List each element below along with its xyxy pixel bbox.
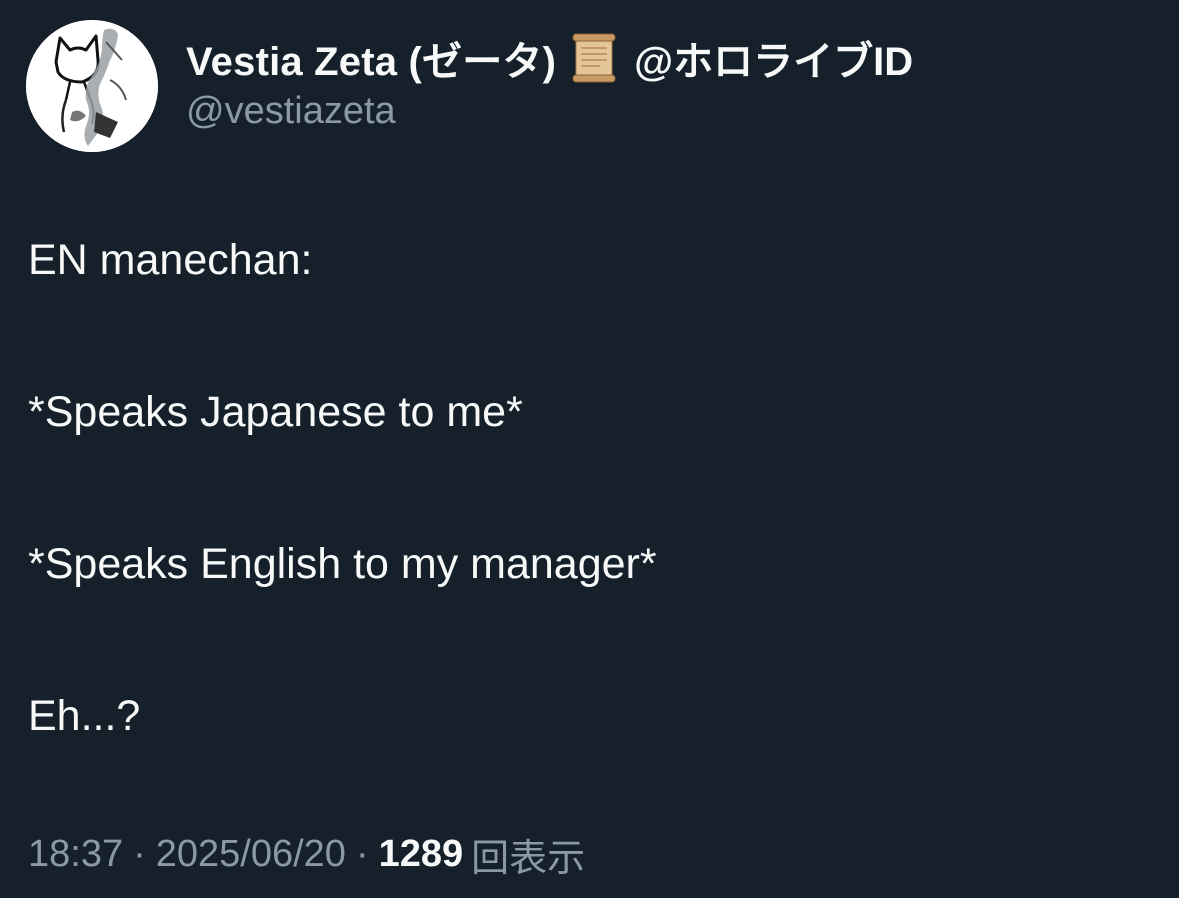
scroll-emoji-icon: [570, 32, 618, 84]
tweet-date[interactable]: 2025/06/20: [156, 833, 346, 876]
tweet-line: *Speaks English to my manager*: [28, 540, 657, 588]
tweet-meta: 18:37 · 2025/06/20 · 1289 回表示: [28, 828, 585, 880]
name-row: Vestia Zeta (ゼータ) @ホロライブID: [186, 32, 913, 84]
meta-separator: ·: [133, 832, 146, 875]
tweet-text: EN manechan: *Speaks Japanese to me* *Sp…: [28, 234, 1148, 842]
views-label: 回表示: [471, 837, 586, 880]
tweet-time[interactable]: 18:37: [28, 833, 123, 876]
views-count[interactable]: 1289: [379, 833, 464, 876]
tweet-line: EN manechan:: [28, 236, 313, 284]
meta-separator: ·: [355, 832, 369, 875]
display-name[interactable]: Vestia Zeta (ゼータ): [186, 29, 556, 87]
tweet-header: Vestia Zeta (ゼータ) @ホロライブID @vestiazeta: [26, 20, 1146, 152]
avatar[interactable]: [26, 20, 158, 152]
name-affiliation: @ホロライブID: [634, 40, 914, 84]
user-handle[interactable]: @vestiazeta: [186, 90, 396, 133]
tweet-line: *Speaks Japanese to me*: [28, 388, 523, 436]
avatar-sketch-icon: [26, 20, 158, 152]
tweet-line: Eh...?: [28, 692, 141, 740]
